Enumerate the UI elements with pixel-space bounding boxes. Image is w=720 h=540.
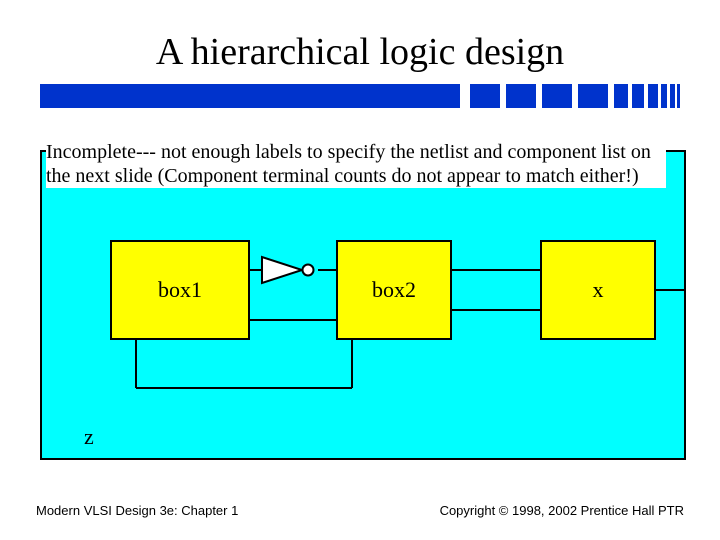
- caption-text: Incomplete--- not enough labels to speci…: [46, 140, 666, 188]
- page-title: A hierarchical logic design: [0, 30, 720, 74]
- box-1-label: box1: [158, 277, 202, 303]
- box-2: box2: [336, 240, 452, 340]
- title-divider: [40, 84, 680, 108]
- box-3-label: x: [593, 277, 604, 303]
- inverter-icon: [260, 255, 320, 285]
- footer-right: Copyright © 1998, 2002 Prentice Hall PTR: [440, 503, 684, 518]
- z-label: z: [84, 424, 94, 450]
- box-2-label: box2: [372, 277, 416, 303]
- box-3: x: [540, 240, 656, 340]
- footer-left: Modern VLSI Design 3e: Chapter 1: [36, 503, 238, 518]
- box-1: box1: [110, 240, 250, 340]
